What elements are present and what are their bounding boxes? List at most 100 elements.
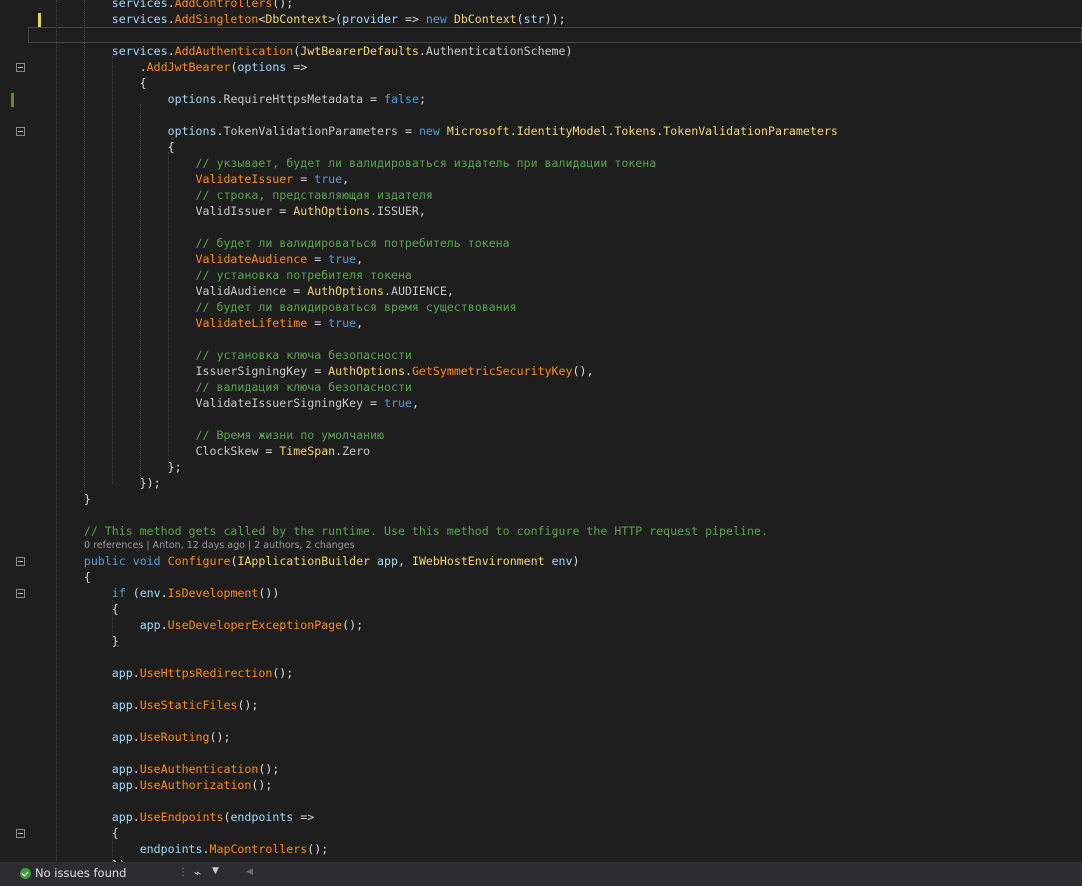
- code-token: if: [111, 586, 126, 600]
- code-line[interactable]: options.RequireHttpsMetadata = false;: [28, 91, 426, 107]
- code-line[interactable]: app.UseHttpsRedirection();: [28, 665, 294, 681]
- code-token: ();: [342, 618, 364, 632]
- code-token: .: [167, 12, 175, 26]
- code-line[interactable]: {: [28, 139, 175, 155]
- code-token: =: [293, 172, 315, 186]
- code-token: UseEndpoints: [139, 810, 224, 824]
- code-token: IApplicationBuilder: [237, 554, 371, 568]
- code-token: app: [111, 666, 133, 680]
- code-token: =: [258, 444, 280, 458]
- code-token: =: [307, 364, 329, 378]
- fold-toggle-icon[interactable]: [16, 557, 25, 566]
- code-line[interactable]: ValidAudience = AuthOptions.AUDIENCE,: [28, 283, 454, 299]
- code-token: }: [28, 634, 119, 648]
- code-line[interactable]: {: [28, 569, 91, 585]
- code-line[interactable]: // валидация ключа безопасности: [28, 379, 412, 395]
- code-line[interactable]: app.UseEndpoints(endpoints =>: [28, 809, 314, 825]
- code-line[interactable]: services.AddSingleton<DbContext>(provide…: [28, 11, 566, 27]
- code-line[interactable]: public void Configure(IApplicationBuilde…: [28, 553, 580, 569]
- code-line[interactable]: }: [28, 491, 91, 507]
- codelens-info[interactable]: 0 references | Anton, 12 days ago | 2 au…: [84, 539, 355, 553]
- scroll-left-icon[interactable]: ◀: [246, 867, 253, 877]
- code-line[interactable]: // установка потребителя токена: [28, 267, 412, 283]
- code-token: (: [125, 586, 140, 600]
- code-line[interactable]: services.AddAuthentication(JwtBearerDefa…: [28, 43, 573, 59]
- code-line[interactable]: options.TokenValidationParameters = new …: [28, 123, 838, 139]
- code-token: void: [132, 554, 161, 568]
- code-line[interactable]: // укзывает, будет ли валидироваться изд…: [28, 155, 657, 171]
- code-line[interactable]: if (env.IsDevelopment()): [28, 585, 280, 601]
- code-token: AuthenticationScheme: [425, 44, 566, 58]
- code-line[interactable]: // установка ключа безопасности: [28, 347, 412, 363]
- chevron-down-icon[interactable]: ▼: [212, 866, 219, 876]
- fold-toggle-icon[interactable]: [16, 63, 25, 72]
- code-token: IWebHostEnvironment: [411, 554, 545, 568]
- code-token: app: [111, 762, 133, 776]
- code-token: // будет ли валидироваться время существ…: [195, 300, 517, 314]
- code-token: =>: [286, 60, 308, 74]
- code-line[interactable]: // Время жизни по умолчанию: [28, 427, 384, 443]
- code-line[interactable]: }: [28, 633, 119, 649]
- code-line[interactable]: app.UseStaticFiles();: [28, 697, 259, 713]
- fold-toggle-icon[interactable]: [16, 127, 25, 136]
- code-token: .: [167, 0, 175, 10]
- indent-guide: [140, 104, 141, 484]
- code-line[interactable]: {: [28, 601, 119, 617]
- code-token: ();: [209, 730, 231, 744]
- code-line[interactable]: ValidIssuer = AuthOptions.ISSUER,: [28, 203, 426, 219]
- code-line[interactable]: ValidateIssuer = true,: [28, 171, 350, 187]
- code-line[interactable]: ValidateLifetime = true,: [28, 315, 364, 331]
- code-token: // укзывает, будет ли валидироваться изд…: [195, 156, 657, 170]
- code-line[interactable]: {: [28, 825, 119, 841]
- code-line[interactable]: ValidateIssuerSigningKey = true,: [28, 395, 419, 411]
- code-line[interactable]: .AddJwtBearer(options =>: [28, 59, 308, 75]
- code-token: ,: [418, 204, 426, 218]
- code-line[interactable]: // будет ли валидироваться время существ…: [28, 299, 517, 315]
- code-token: Tokens: [614, 124, 657, 138]
- code-line[interactable]: // будет ли валидироваться потребитель т…: [28, 235, 510, 251]
- code-token: UseStaticFiles: [139, 698, 238, 712]
- code-token: GetSymmetricSecurityKey: [411, 364, 573, 378]
- code-token: =: [363, 396, 385, 410]
- code-token: // Время жизни по умолчанию: [195, 428, 384, 442]
- code-token: app: [139, 618, 161, 632]
- brush-icon[interactable]: ⌁: [194, 866, 201, 880]
- code-token: // This method gets called by the runtim…: [83, 524, 768, 538]
- code-token: MapControllers: [209, 842, 308, 856]
- code-editor[interactable]: services.AddControllers(); services.AddS…: [0, 0, 1082, 862]
- code-token: ();: [258, 762, 280, 776]
- code-token: ,: [342, 172, 350, 186]
- fold-toggle-icon[interactable]: [16, 829, 25, 838]
- code-line[interactable]: // строка, представляющая издателя: [28, 187, 433, 203]
- code-token: AddSingleton: [174, 12, 259, 26]
- code-line[interactable]: };: [28, 459, 182, 475]
- code-line[interactable]: app.UseAuthentication();: [28, 761, 280, 777]
- code-line[interactable]: {: [28, 75, 147, 91]
- code-token: new: [418, 124, 440, 138]
- code-line[interactable]: services.AddControllers();: [28, 0, 294, 11]
- code-token: str: [523, 12, 545, 26]
- code-line[interactable]: // This method gets called by the runtim…: [28, 523, 768, 539]
- code-line[interactable]: endpoints.MapControllers();: [28, 841, 329, 857]
- code-token: IssuerSigningKey: [195, 364, 308, 378]
- code-line[interactable]: app.UseRouting();: [28, 729, 231, 745]
- code-token: };: [28, 460, 182, 474]
- code-token: // строка, представляющая издателя: [195, 188, 433, 202]
- code-token: =: [307, 316, 329, 330]
- code-token: ();: [272, 0, 294, 10]
- code-token: .: [132, 666, 140, 680]
- code-line[interactable]: app.UseAuthorization();: [28, 777, 273, 793]
- code-line[interactable]: ValidateAudience = true,: [28, 251, 364, 267]
- fold-toggle-icon[interactable]: [16, 589, 25, 598]
- code-line[interactable]: ClockSkew = TimeSpan.Zero: [28, 443, 371, 459]
- code-line[interactable]: app.UseDeveloperExceptionPage();: [28, 617, 363, 633]
- issues-indicator[interactable]: No issues found: [20, 866, 126, 880]
- code-token: true: [328, 316, 357, 330]
